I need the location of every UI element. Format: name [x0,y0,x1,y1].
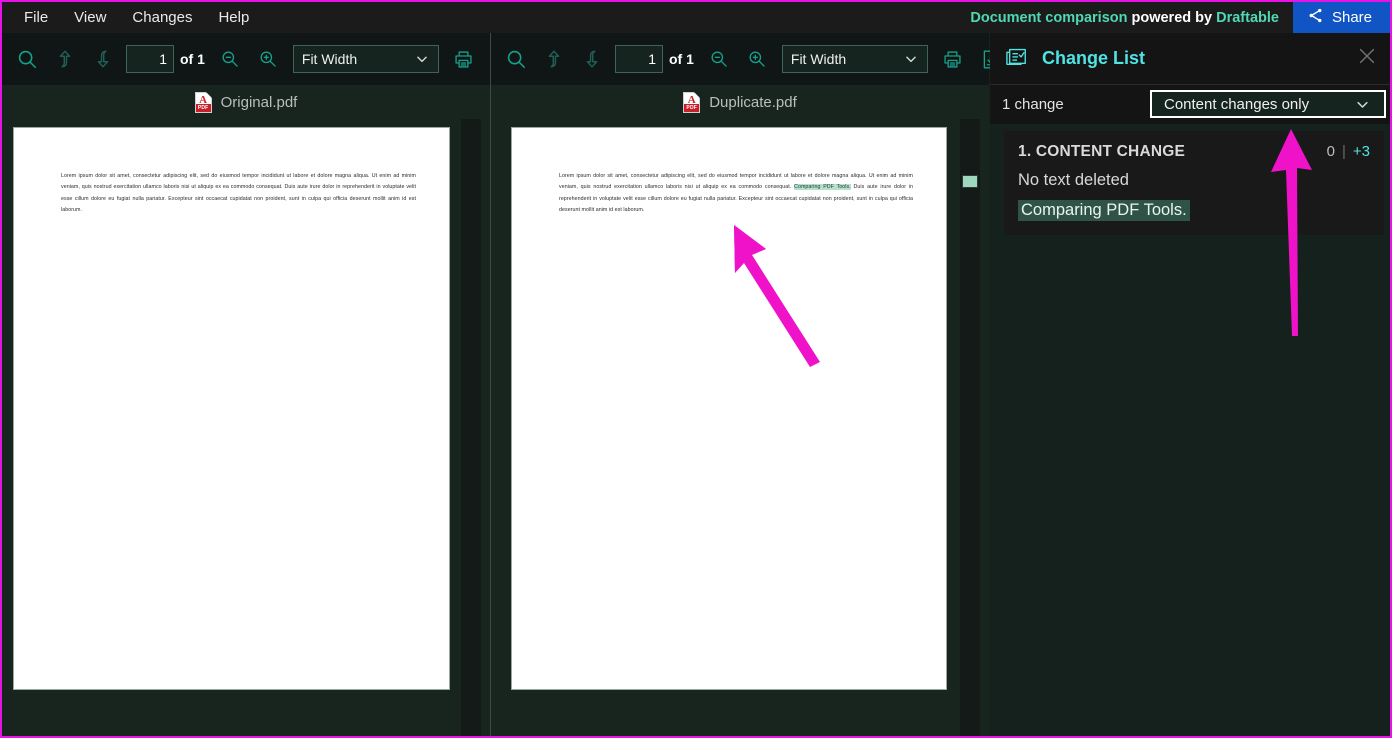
previous-change-arrow-icon[interactable] [46,40,84,78]
zoom-level-select[interactable]: Fit Width [292,45,439,73]
brand-name: Draftable [1216,9,1279,26]
draftable-comparison-window: File View Changes Help Document comparis… [0,0,1392,738]
zoom-level-select[interactable]: Fit Width [781,45,928,73]
left-document-title: A PDF Original.pdf [2,85,490,119]
page-total-label: of 1 [669,51,694,67]
brand-tagline: Document comparison powered by Draftable [970,10,1293,26]
zoom-level-select-wrap: Fit Width [287,45,445,73]
print-icon[interactable] [934,40,972,78]
search-icon[interactable] [497,40,535,78]
right-document-filename: Duplicate.pdf [709,93,797,111]
change-list-title: Change List [1042,48,1146,68]
menu-item-group: File View Changes Help [2,5,261,30]
next-change-arrow-icon[interactable] [84,40,122,78]
share-nodes-icon [1307,7,1324,29]
change-item-added-count: +3 [1352,143,1370,160]
change-item-count-separator: | [1341,143,1346,160]
change-list-icon [1004,45,1030,72]
zoom-in-icon[interactable] [738,40,776,78]
right-pane-scrollbar[interactable] [960,119,980,736]
search-icon[interactable] [8,40,46,78]
change-filter-wrap: Content changes only [1150,90,1386,118]
change-list-panel: Change List 1 change Content changes onl… [990,33,1390,736]
page-number-input[interactable] [615,45,663,73]
brand-tagline-part1: Document comparison [970,9,1128,26]
zoom-in-icon[interactable] [249,40,287,78]
right-document-body: Lorem ipsum dolor sit amet, consectetur … [512,128,946,217]
brand-area: Document comparison powered by Draftable… [970,2,1390,33]
close-icon[interactable] [1356,45,1378,72]
change-item-header: 1. CONTENT CHANGE 0 | +3 [1018,143,1370,161]
change-item-deleted-count: 0 [1326,143,1335,160]
left-document-filename: Original.pdf [220,93,298,111]
previous-change-arrow-icon[interactable] [535,40,573,78]
pdf-file-icon: A PDF [683,91,701,113]
change-item-title: 1. CONTENT CHANGE [1018,143,1186,160]
pdf-file-icon: A PDF [194,91,212,113]
change-item-deleted-text: No text deleted [1018,171,1129,189]
zoom-level-select-wrap: Fit Width [776,45,934,73]
brand-tagline-part2: powered by [1127,9,1217,26]
zoom-out-icon[interactable] [211,40,249,78]
page-number-input[interactable] [126,45,174,73]
print-icon[interactable] [445,40,483,78]
menu-bar: File View Changes Help Document comparis… [2,2,1390,33]
menu-help[interactable]: Help [206,5,261,30]
zoom-out-icon[interactable] [700,40,738,78]
right-document-toolbar: of 1 Fit Width [491,33,999,85]
share-button[interactable]: Share [1292,2,1390,33]
right-document-pane: A PDF Duplicate.pdf Lorem ipsum dolor si… [491,85,989,736]
change-list-subheader: 1 change Content changes only [990,85,1390,123]
change-list-item[interactable]: 1. CONTENT CHANGE 0 | +3 No text deleted… [1004,131,1384,235]
change-list-body: 1. CONTENT CHANGE 0 | +3 No text deleted… [990,124,1390,736]
change-filter-select[interactable]: Content changes only [1150,90,1386,118]
left-document-toolbar: of 1 Fit Width [2,33,510,85]
pdf-tag: PDF [195,103,211,112]
right-document-page[interactable]: Lorem ipsum dolor sit amet, consectetur … [511,127,947,690]
page-total-label: of 1 [180,51,205,67]
left-pane-scrollbar[interactable] [461,119,481,736]
right-document-title: A PDF Duplicate.pdf [491,85,989,119]
change-location-marker[interactable] [962,175,978,188]
share-button-label: Share [1331,9,1372,26]
change-count-label: 1 change [1002,95,1064,113]
next-change-arrow-icon[interactable] [573,40,611,78]
left-document-pane: A PDF Original.pdf Lorem ipsum dolor sit… [2,85,490,736]
menu-file[interactable]: File [12,5,60,30]
pdf-tag: PDF [684,103,700,112]
change-item-inserted-text: Comparing PDF Tools. [1018,200,1190,221]
left-document-page[interactable]: Lorem ipsum dolor sit amet, consectetur … [13,127,450,690]
menu-changes[interactable]: Changes [120,5,204,30]
change-list-header: Change List [990,33,1390,85]
left-document-body: Lorem ipsum dolor sit amet, consectetur … [61,173,416,214]
inserted-text-highlight[interactable]: Comparing PDF Tools. [794,184,851,191]
menu-view[interactable]: View [62,5,118,30]
